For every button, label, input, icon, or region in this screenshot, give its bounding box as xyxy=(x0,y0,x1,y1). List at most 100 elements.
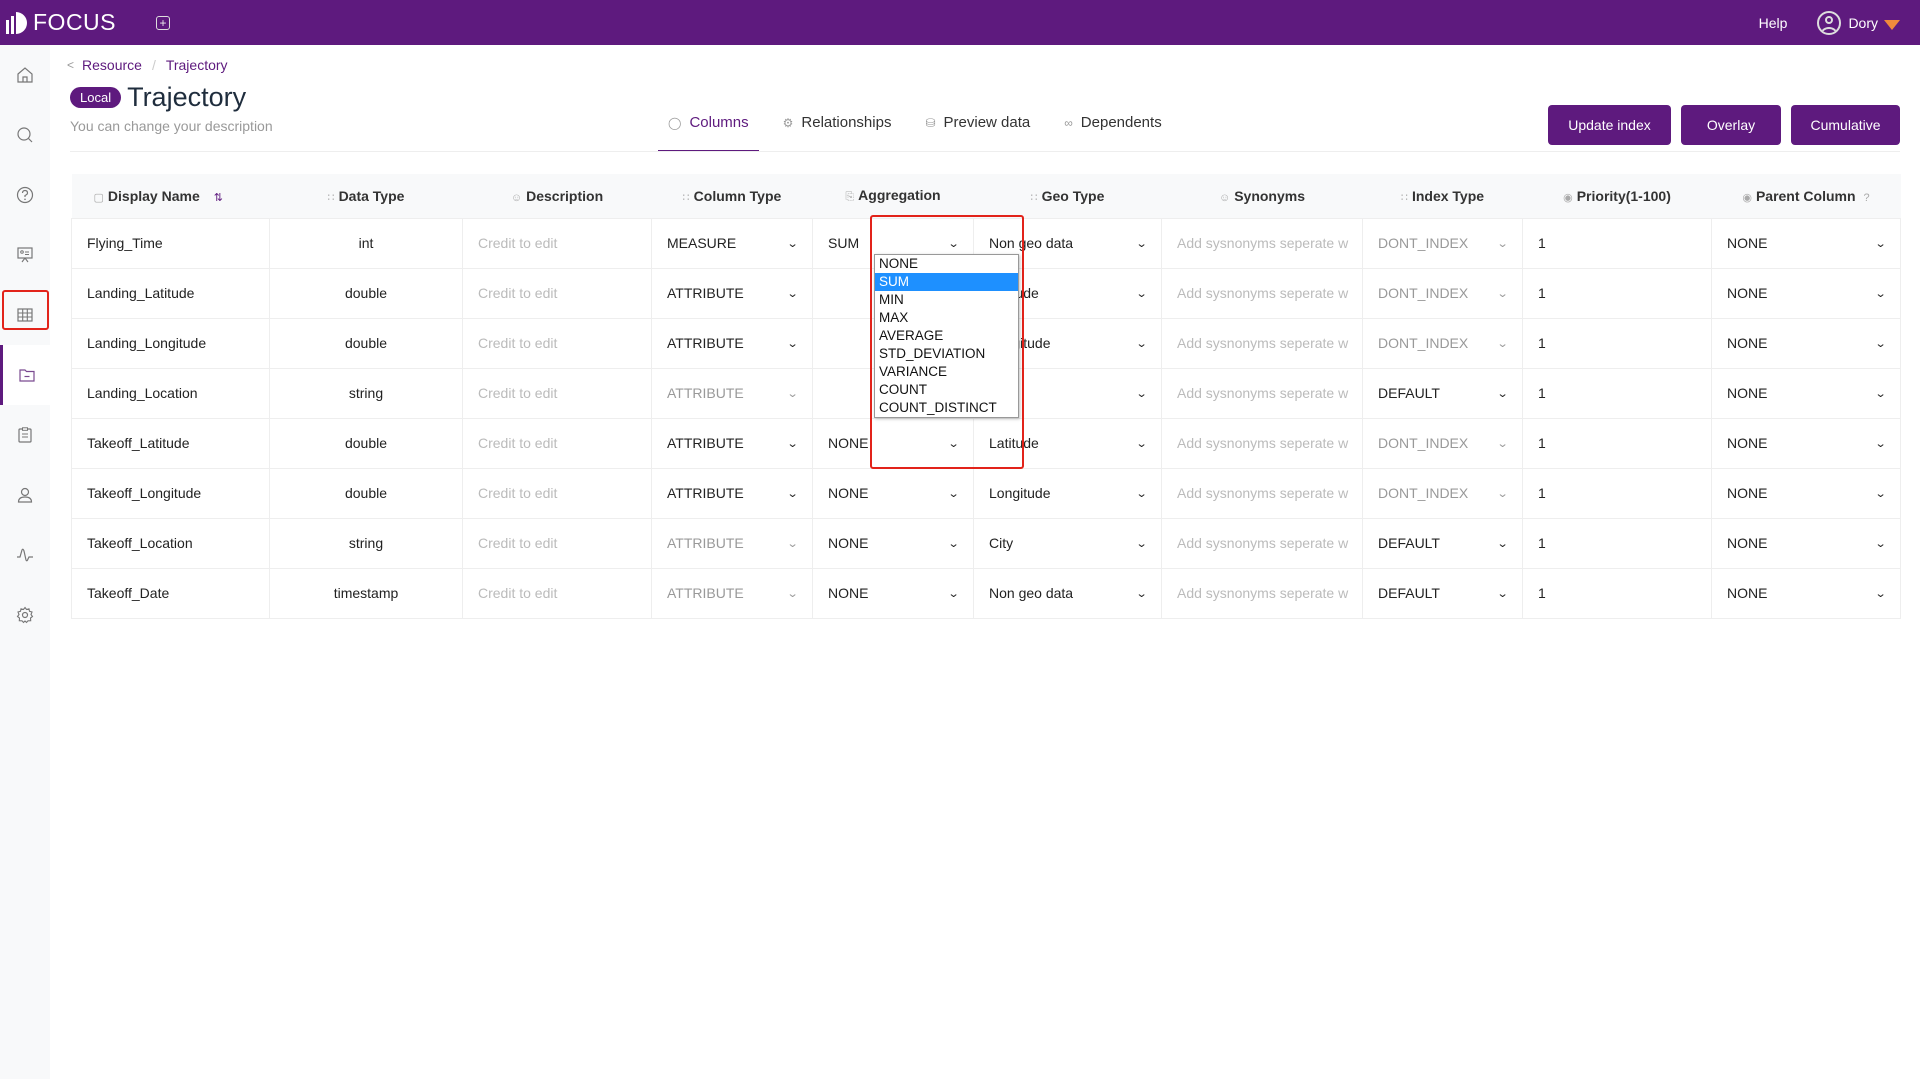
description-cell[interactable]: Credit to edit xyxy=(462,567,652,619)
geo-type-select[interactable]: Non geo data ⌄ xyxy=(989,235,1147,251)
display-name-cell[interactable]: Takeoff_Latitude xyxy=(71,417,270,469)
parent-column-cell[interactable]: NONE ⌄ xyxy=(1711,317,1901,369)
synonyms-cell[interactable]: Add sysnonyms seperate w xyxy=(1161,467,1363,519)
index-type-cell[interactable]: DEFAULT ⌄ xyxy=(1362,367,1523,419)
display-name[interactable]: Takeoff_Location xyxy=(87,535,193,551)
aggregation-cell[interactable]: NONE ⌄ xyxy=(812,567,974,619)
synonyms-cell[interactable]: Add sysnonyms seperate w xyxy=(1161,417,1363,469)
index-type-cell[interactable]: DONT_INDEX ⌄ xyxy=(1362,467,1523,519)
help-icon[interactable]: ? xyxy=(1864,192,1870,204)
index-type-select[interactable]: DEFAULT ⌄ xyxy=(1378,585,1508,601)
aggregation-option[interactable]: COUNT xyxy=(875,381,1018,399)
column-type-cell[interactable]: MEASURE ⌄ xyxy=(651,217,813,269)
display-name[interactable]: Takeoff_Longitude xyxy=(87,485,201,501)
column-type-cell[interactable]: ATTRIBUTE ⌄ xyxy=(651,467,813,519)
index-type-cell[interactable]: DEFAULT ⌄ xyxy=(1362,567,1523,619)
index-type-select[interactable]: DEFAULT ⌄ xyxy=(1378,385,1508,401)
tab-columns[interactable]: ◯ Columns xyxy=(658,112,759,152)
aggregation-select[interactable]: NONE ⌄ xyxy=(828,485,959,501)
aggregation-select[interactable]: NONE ⌄ xyxy=(828,585,959,601)
cumulative-button[interactable]: Cumulative xyxy=(1791,105,1900,145)
sidebar-item-user[interactable] xyxy=(0,465,50,525)
sidebar-item-clipboard[interactable] xyxy=(0,405,50,465)
synonyms-input[interactable]: Add sysnonyms seperate w xyxy=(1177,335,1348,351)
column-type-cell[interactable]: ATTRIBUTE ⌄ xyxy=(651,417,813,469)
user-avatar-icon[interactable] xyxy=(1817,10,1842,35)
geo-type-select[interactable]: Latitude ⌄ xyxy=(989,435,1147,451)
parent-column-select[interactable]: NONE ⌄ xyxy=(1727,285,1886,301)
sidebar-item-folder[interactable] xyxy=(0,345,50,405)
aggregation-cell[interactable]: NONE ⌄ xyxy=(812,467,974,519)
sort-icon[interactable]: ⇅ xyxy=(214,192,223,204)
column-type-cell[interactable]: ATTRIBUTE ⌄ xyxy=(651,317,813,369)
description-cell[interactable]: Credit to edit xyxy=(462,367,652,419)
aggregation-select[interactable]: NONE ⌄ xyxy=(828,535,959,551)
parent-column-cell[interactable]: NONE ⌄ xyxy=(1711,267,1901,319)
synonyms-cell[interactable]: Add sysnonyms seperate w xyxy=(1161,267,1363,319)
description-input[interactable]: Credit to edit xyxy=(478,335,557,351)
priority-cell[interactable]: 1 xyxy=(1522,517,1712,569)
display-name[interactable]: Takeoff_Latitude xyxy=(87,435,190,451)
description-cell[interactable]: Credit to edit xyxy=(462,467,652,519)
display-name-cell[interactable]: Takeoff_Location xyxy=(71,517,270,569)
display-name-cell[interactable]: Takeoff_Longitude xyxy=(71,467,270,519)
update-index-button[interactable]: Update index xyxy=(1548,105,1671,145)
parent-column-select[interactable]: NONE ⌄ xyxy=(1727,535,1886,551)
aggregation-option[interactable]: AVERAGE xyxy=(875,327,1018,345)
display-name[interactable]: Landing_Location xyxy=(87,385,198,401)
aggregation-select[interactable]: NONE ⌄ xyxy=(828,435,959,451)
priority-cell[interactable]: 1 xyxy=(1522,467,1712,519)
tab-preview-data[interactable]: ⛁ Preview data xyxy=(915,112,1040,152)
geo-type-select[interactable]: Non geo data ⌄ xyxy=(989,585,1147,601)
index-type-cell[interactable]: DEFAULT ⌄ xyxy=(1362,517,1523,569)
parent-column-cell[interactable]: NONE ⌄ xyxy=(1711,567,1901,619)
priority-input[interactable]: 1 xyxy=(1538,585,1546,601)
aggregation-select[interactable]: SUM ⌄ xyxy=(828,235,959,251)
synonyms-cell[interactable]: Add sysnonyms seperate w xyxy=(1161,367,1363,419)
tab-dependents[interactable]: ∞ Dependents xyxy=(1054,112,1171,152)
display-name[interactable]: Landing_Latitude xyxy=(87,285,194,301)
description-input[interactable]: Credit to edit xyxy=(478,535,557,551)
aggregation-option[interactable]: NONE xyxy=(875,255,1018,273)
username[interactable]: Dory xyxy=(1848,15,1878,31)
synonyms-input[interactable]: Add sysnonyms seperate w xyxy=(1177,435,1348,451)
column-type-select[interactable]: ATTRIBUTE ⌄ xyxy=(667,435,798,451)
index-type-cell[interactable]: DONT_INDEX ⌄ xyxy=(1362,417,1523,469)
column-type-select[interactable]: MEASURE ⌄ xyxy=(667,235,798,251)
overlay-button[interactable]: Overlay xyxy=(1681,105,1781,145)
parent-column-select[interactable]: NONE ⌄ xyxy=(1727,235,1886,251)
parent-column-cell[interactable]: NONE ⌄ xyxy=(1711,217,1901,269)
geo-type-cell[interactable]: Latitude ⌄ xyxy=(973,417,1162,469)
priority-cell[interactable]: 1 xyxy=(1522,317,1712,369)
synonyms-input[interactable]: Add sysnonyms seperate w xyxy=(1177,235,1348,251)
parent-column-cell[interactable]: NONE ⌄ xyxy=(1711,517,1901,569)
display-name[interactable]: Flying_Time xyxy=(87,235,163,251)
description-input[interactable]: Credit to edit xyxy=(478,285,557,301)
parent-column-cell[interactable]: NONE ⌄ xyxy=(1711,367,1901,419)
description-input[interactable]: Credit to edit xyxy=(478,485,557,501)
parent-column-cell[interactable]: NONE ⌄ xyxy=(1711,467,1901,519)
column-type-select[interactable]: ATTRIBUTE ⌄ xyxy=(667,335,798,351)
sidebar-item-help[interactable] xyxy=(0,165,50,225)
priority-input[interactable]: 1 xyxy=(1538,435,1546,451)
page-description[interactable]: You can change your description xyxy=(70,118,273,134)
display-name-cell[interactable]: Landing_Longitude xyxy=(71,317,270,369)
priority-input[interactable]: 1 xyxy=(1538,235,1546,251)
description-input[interactable]: Credit to edit xyxy=(478,235,557,251)
sidebar-item-home[interactable] xyxy=(0,45,50,105)
description-cell[interactable]: Credit to edit xyxy=(462,317,652,369)
logo[interactable]: FOCUS xyxy=(6,0,116,45)
description-cell[interactable]: Credit to edit xyxy=(462,217,652,269)
description-cell[interactable]: Credit to edit xyxy=(462,267,652,319)
sidebar-item-search[interactable] xyxy=(0,105,50,165)
parent-column-select[interactable]: NONE ⌄ xyxy=(1727,485,1886,501)
parent-column-select[interactable]: NONE ⌄ xyxy=(1727,585,1886,601)
parent-column-cell[interactable]: NONE ⌄ xyxy=(1711,417,1901,469)
priority-input[interactable]: 1 xyxy=(1538,335,1546,351)
page-title[interactable]: Trajectory xyxy=(127,82,246,113)
column-type-cell[interactable]: ATTRIBUTE ⌄ xyxy=(651,517,813,569)
priority-cell[interactable]: 1 xyxy=(1522,417,1712,469)
parent-column-select[interactable]: NONE ⌄ xyxy=(1727,385,1886,401)
synonyms-input[interactable]: Add sysnonyms seperate w xyxy=(1177,485,1348,501)
column-type-cell[interactable]: ATTRIBUTE ⌄ xyxy=(651,567,813,619)
